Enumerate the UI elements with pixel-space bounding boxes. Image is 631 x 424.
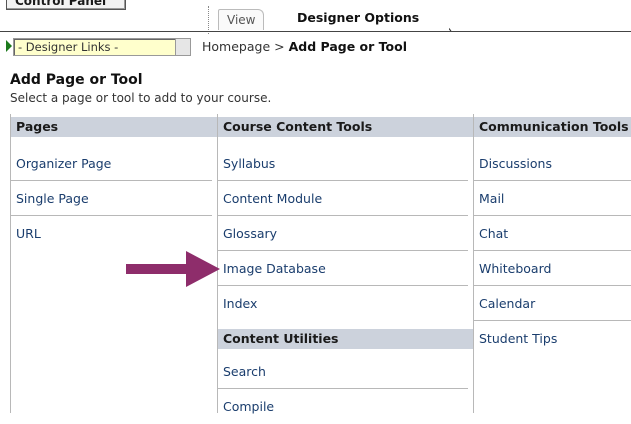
tab-designer-options[interactable]: Designer Options bbox=[283, 4, 450, 31]
list-item-whiteboard[interactable]: Whiteboard bbox=[474, 251, 631, 286]
list-item-discussions[interactable]: Discussions bbox=[474, 146, 631, 181]
designer-links-value: - Designer Links - bbox=[18, 40, 119, 54]
column-header-pages: Pages bbox=[11, 117, 217, 137]
list-item-image-database[interactable]: Image Database bbox=[218, 251, 468, 286]
breadcrumb: Homepage > Add Page or Tool bbox=[202, 38, 407, 56]
list-item-compile[interactable]: Compile bbox=[218, 389, 468, 424]
column-header-content-utilities: Content Utilities bbox=[218, 329, 473, 349]
breadcrumb-separator: > bbox=[274, 39, 285, 54]
list-item-index[interactable]: Index bbox=[218, 286, 468, 321]
list-item-single-page[interactable]: Single Page bbox=[11, 181, 212, 216]
chevron-down-icon[interactable] bbox=[175, 39, 190, 55]
page-title: Add Page or Tool bbox=[10, 72, 143, 88]
list-item-content-module[interactable]: Content Module bbox=[218, 181, 468, 216]
breadcrumb-current: Add Page or Tool bbox=[288, 39, 407, 54]
list-item-mail[interactable]: Mail bbox=[474, 181, 631, 216]
tab-divider bbox=[208, 6, 209, 34]
column-header-course-content-tools: Course Content Tools bbox=[218, 117, 473, 137]
list-item-chat[interactable]: Chat bbox=[474, 216, 631, 251]
designer-links-dropdown[interactable]: - Designer Links - bbox=[13, 38, 191, 56]
breadcrumb-home[interactable]: Homepage bbox=[202, 39, 270, 54]
tab-strip-rule bbox=[0, 31, 631, 32]
right-arrow-icon bbox=[126, 251, 220, 287]
list-item-organizer-page[interactable]: Organizer Page bbox=[11, 146, 212, 181]
list-item-calendar[interactable]: Calendar bbox=[474, 286, 631, 321]
list-item-glossary[interactable]: Glossary bbox=[218, 216, 468, 251]
column-header-communication-tools: Communication Tools bbox=[474, 117, 631, 137]
control-panel-button[interactable]: Control Panel bbox=[6, 0, 126, 10]
list-item-syllabus[interactable]: Syllabus bbox=[218, 146, 468, 181]
list-item-search[interactable]: Search bbox=[218, 354, 468, 389]
list-item-url[interactable]: URL bbox=[11, 216, 212, 251]
tab-view[interactable]: View bbox=[218, 9, 265, 30]
page-subtitle: Select a page or tool to add to your cou… bbox=[10, 91, 272, 105]
list-item-student-tips[interactable]: Student Tips bbox=[474, 321, 631, 356]
play-arrow-icon bbox=[6, 40, 12, 52]
